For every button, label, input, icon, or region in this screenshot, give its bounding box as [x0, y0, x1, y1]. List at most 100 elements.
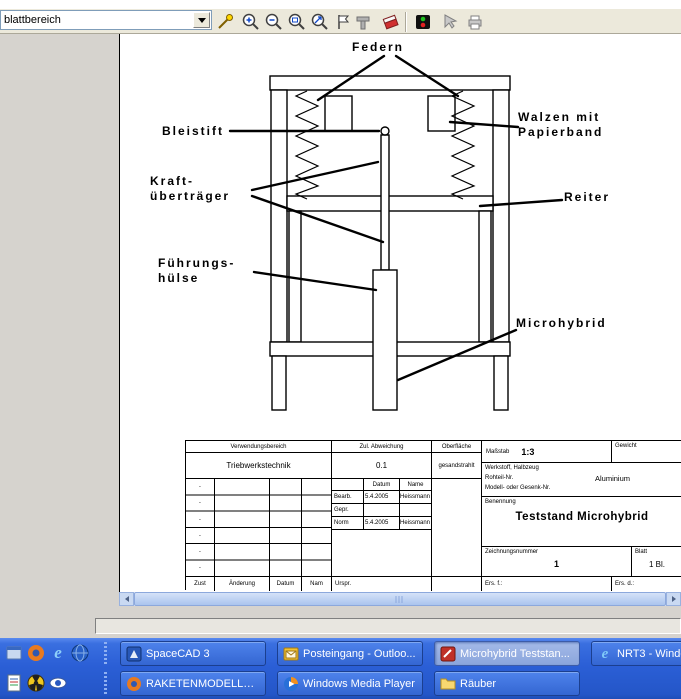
titleblock-zust-label: Zust [186, 577, 214, 591]
revision-divider [301, 479, 302, 576]
revision-divider [269, 479, 270, 576]
internet-explorer-icon[interactable]: e [48, 643, 68, 663]
eye-icon[interactable] [48, 673, 68, 693]
taskbar-button-spacecad[interactable]: SpaceCAD 3 [120, 641, 266, 666]
titleblock-norm-datum: 5.4.2005 [363, 517, 399, 530]
ie-glyph: e [54, 645, 62, 661]
media-player-icon [283, 676, 299, 692]
titleblock-modell-label: Modell- oder Gesenk-Nr. [485, 485, 550, 491]
taskbar-button-label: Microhybrid Teststan... [460, 648, 574, 660]
eraser-icon[interactable] [380, 11, 402, 33]
titleblock-blatt-cell: Blatt 1 Bl. [631, 547, 681, 577]
toolbar: blattbereich [0, 0, 681, 34]
taskbar-button-media-player[interactable]: Windows Media Player [277, 671, 423, 696]
titleblock-urspr-label: Urspr. [331, 577, 431, 591]
taskbar-button-raeuber[interactable]: Räuber [434, 671, 580, 696]
taskbar-button-raketenmodellbau[interactable]: RAKETENMODELLBAU... [120, 671, 266, 696]
menu-strip [0, 0, 681, 9]
label-microhybrid-text: Microhybrid [516, 316, 607, 331]
label-walzen-line2: Papierband [518, 125, 603, 140]
app-icon[interactable] [4, 643, 24, 663]
scroll-left-button[interactable] [119, 592, 134, 606]
titleblock-datum-label: Datum [269, 577, 301, 591]
measure-icon[interactable] [352, 11, 374, 33]
combobox-value: blattbereich [1, 14, 193, 26]
scroll-right-button[interactable] [666, 592, 681, 606]
label-kraftuebertraeger: Kraft- überträger [150, 174, 230, 204]
titleblock-name-header: Name [399, 479, 431, 491]
radiation-icon[interactable] [26, 673, 46, 693]
scroll-left-icon [125, 596, 129, 602]
taskbar-button-label: SpaceCAD 3 [146, 648, 260, 660]
titleblock-norm-label: Norm [331, 517, 363, 530]
titleblock-role-header [331, 479, 363, 491]
titleblock-revision-rows: · · · · · · [186, 479, 331, 577]
titleblock-blatt-label: Blatt [635, 549, 647, 555]
label-fuehrung-line1: Führungs- [158, 256, 235, 271]
firefox-icon[interactable] [26, 643, 46, 663]
technical-drawing [120, 34, 681, 440]
taskbar: e SpaceCAD 3 Posteingang - Outloo... [0, 638, 681, 699]
titleblock-verwendung-value: Triebwerkstechnik [186, 453, 331, 479]
titleblock-aenderung-label: Änderung [214, 577, 269, 591]
taskbar-button-label: Räuber [460, 678, 574, 690]
taskbar-button-label: NRT3 - Windo... [617, 648, 681, 660]
status-field [95, 618, 681, 634]
pen-icon[interactable] [214, 11, 236, 33]
combobox-dropdown-button[interactable] [193, 12, 210, 28]
titleblock-filler [431, 577, 481, 591]
titleblock-bearb-name: Heissmann [399, 491, 431, 504]
horizontal-scrollbar[interactable] [119, 592, 681, 606]
titleblock-gepr-name [399, 504, 431, 517]
spacecad-icon [126, 646, 142, 662]
drawing-sheet[interactable]: Federn Bleistift Walzen mit Papierband K… [119, 34, 681, 592]
taskbar-row-1: e SpaceCAD 3 Posteingang - Outloo... [0, 638, 681, 668]
label-fuehrungshuelse: Führungs- hülse [158, 256, 235, 286]
traffic-light-icon[interactable] [412, 11, 434, 33]
workspace: Federn Bleistift Walzen mit Papierband K… [0, 34, 681, 606]
titleblock-werkstoff-value: Aluminium [595, 474, 630, 483]
titleblock-filler [331, 530, 431, 577]
taskbar-row-2: RAKETENMODELLBAU... Windows Media Player… [0, 668, 681, 698]
status-bar [0, 606, 681, 638]
drawing-title: Teststand Microhybrid [482, 511, 681, 523]
document-icon[interactable] [4, 673, 24, 693]
titleblock-ersf-label: Ers. f.: [481, 577, 611, 591]
titleblock-oberflaeche-value: gesandstrahlt [431, 453, 481, 479]
label-kraft-line2: überträger [150, 189, 230, 204]
zoom-window-icon[interactable] [286, 11, 308, 33]
revision-dots: · · · · · · [186, 479, 214, 577]
taskbar-button-outlook[interactable]: Posteingang - Outloo... [277, 641, 423, 666]
titleblock-zeichnungsnummer-cell: Zeichnungsnummer 1 [481, 547, 631, 577]
taskbar-button-nrt3[interactable]: e NRT3 - Windo... [591, 641, 681, 666]
scrollbar-thumb[interactable] [134, 592, 666, 606]
label-bleistift-text: Bleistift [162, 124, 224, 139]
toolbar-separator [405, 12, 407, 32]
titleblock-benennung-cell: Benennung Teststand Microhybrid [481, 497, 681, 547]
titleblock-oberflaeche-label: Oberfläche [431, 441, 481, 453]
label-walzen-line1: Walzen mit [518, 110, 603, 125]
titleblock-zeichnung-value: 1 [482, 559, 631, 569]
titleblock-benennung-label: Benennung [485, 499, 516, 505]
titleblock-ersd-label: Ers. d.: [611, 577, 681, 591]
taskbar-button-microhybrid-active[interactable]: Microhybrid Teststan... [434, 641, 580, 666]
globe-icon[interactable] [70, 643, 90, 663]
zoom-out-icon[interactable] [263, 11, 285, 33]
scrollbar-grip [396, 596, 405, 603]
titleblock-massstab-label: Maßstab [486, 449, 509, 455]
sheet-area-combobox[interactable]: blattbereich [0, 10, 212, 30]
revision-divider [214, 479, 215, 576]
zoom-dynamic-icon[interactable] [309, 11, 331, 33]
folder-icon [440, 676, 456, 692]
taskbar-separator [104, 672, 107, 694]
annotate-icon[interactable] [440, 11, 462, 33]
zoom-in-icon[interactable] [240, 11, 262, 33]
titleblock-massstab-cell: Maßstab 1:3 [481, 441, 611, 463]
zoom-flag-icon[interactable] [332, 11, 354, 33]
chevron-down-icon [198, 18, 206, 23]
titleblock-verwendung-label: Verwendungsbereich [186, 441, 331, 453]
label-walzen: Walzen mit Papierband [518, 110, 603, 140]
label-reiter: Reiter [564, 190, 610, 205]
print-icon[interactable] [464, 11, 486, 33]
titleblock-zeichnung-label: Zeichnungsnummer [485, 549, 538, 555]
